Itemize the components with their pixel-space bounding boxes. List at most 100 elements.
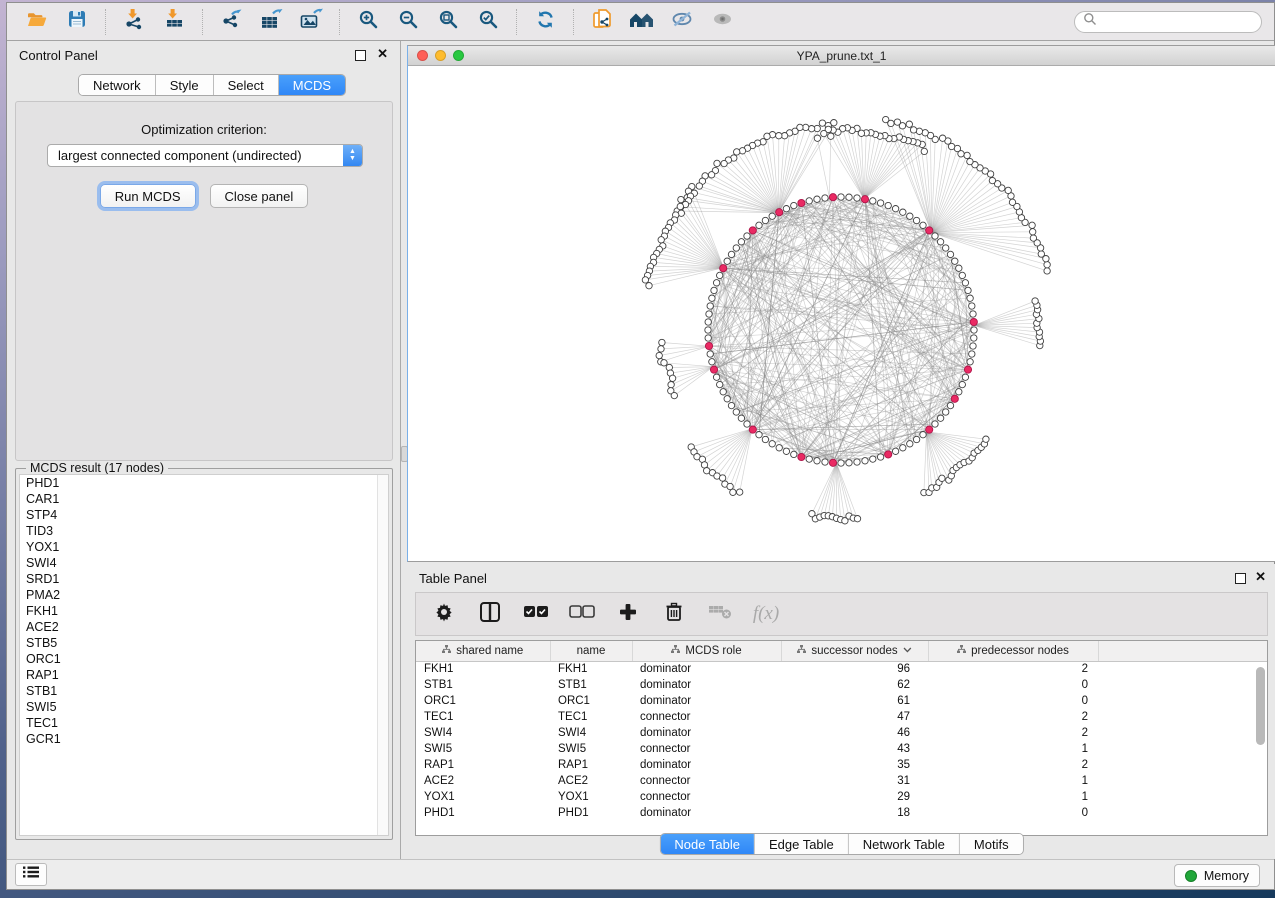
tab-motifs[interactable]: Motifs [960,834,1023,854]
mcds-result-item[interactable]: ORC1 [20,651,388,667]
table-cell[interactable]: dominator [632,725,781,741]
network-node[interactable] [967,158,973,164]
network-node[interactable] [883,116,889,122]
network-node[interactable] [983,436,989,442]
network-node[interactable] [739,148,745,154]
table-cell[interactable]: connector [632,709,781,725]
table-row[interactable]: FKH1FKH1dominator962 [416,661,1268,677]
show-all-button[interactable] [704,7,740,37]
network-node[interactable] [762,436,768,442]
first-neighbors-button[interactable] [624,7,660,37]
network-node[interactable] [1038,251,1044,257]
network-node[interactable] [822,195,828,201]
table-cell[interactable]: ACE2 [550,773,632,789]
delete-table-button[interactable] [706,600,734,628]
network-node[interactable] [943,245,949,251]
mcds-result-item[interactable]: YOX1 [20,539,388,555]
table-options-button[interactable] [430,600,458,628]
mcds-result-item[interactable]: FKH1 [20,603,388,619]
table-cell[interactable]: 29 [781,789,928,805]
table-cell[interactable]: PHD1 [550,805,632,821]
network-node[interactable] [907,441,913,447]
network-node[interactable] [943,409,949,415]
table-cell[interactable]: RAP1 [550,757,632,773]
tab-network[interactable]: Network [79,75,156,95]
network-node[interactable] [967,295,973,301]
network-node[interactable] [756,432,762,438]
network-node[interactable] [661,360,667,366]
import-table-button[interactable] [156,7,192,37]
table-cell[interactable]: STB1 [550,677,632,693]
network-node[interactable] [668,382,674,388]
network-node[interactable] [1005,187,1011,193]
network-node[interactable] [737,489,743,495]
float-panel-icon[interactable] [1235,573,1246,584]
network-node[interactable] [819,120,825,126]
network-node[interactable] [947,251,953,257]
network-node[interactable] [669,375,675,381]
network-node[interactable] [971,327,977,333]
network-node[interactable] [947,402,953,408]
network-node[interactable] [734,149,740,155]
table-cell[interactable]: FKH1 [550,661,632,677]
open-session-button[interactable] [19,7,55,37]
network-node[interactable] [964,152,970,158]
network-node[interactable] [937,415,943,421]
column-header-name[interactable]: name [550,641,632,661]
table-row[interactable]: SWI4SWI4dominator462 [416,725,1268,741]
select-all-rows-button[interactable] [522,600,550,628]
column-header-shared-name[interactable]: shared name [416,641,550,661]
network-node[interactable] [656,352,662,358]
table-cell[interactable]: ORC1 [416,693,550,709]
table-cell[interactable]: YOX1 [416,789,550,805]
network-node[interactable] [658,346,664,352]
network-node[interactable] [870,456,876,462]
split-panel-button[interactable] [476,600,504,628]
float-panel-icon[interactable] [355,50,366,61]
network-node[interactable] [854,516,860,522]
network-node[interactable] [711,287,717,293]
network-node[interactable] [776,445,782,451]
network-node[interactable] [1030,229,1036,235]
mcds-network-node[interactable] [829,194,836,201]
run-mcds-button[interactable]: Run MCDS [100,184,196,208]
table-cell[interactable]: dominator [632,757,781,773]
tab-network-table[interactable]: Network Table [849,834,960,854]
network-node[interactable] [709,295,715,301]
mcds-result-item[interactable]: STP4 [20,507,388,523]
zoom-in-button[interactable] [350,7,386,37]
network-node[interactable] [791,451,797,457]
table-row[interactable]: STB1STB1dominator620 [416,677,1268,693]
network-node[interactable] [877,200,883,206]
network-node[interactable] [756,222,762,228]
network-node[interactable] [969,351,975,357]
refresh-view-button[interactable] [527,7,563,37]
table-cell[interactable]: 0 [928,677,1098,693]
table-row[interactable]: YOX1YOX1connector291 [416,789,1268,805]
mcds-network-node[interactable] [798,199,805,206]
network-node[interactable] [705,327,711,333]
network-node[interactable] [971,335,977,341]
network-node[interactable] [707,303,713,309]
network-node[interactable] [738,415,744,421]
mcds-network-node[interactable] [926,227,933,234]
hide-selected-button[interactable] [664,7,700,37]
network-node[interactable] [728,402,734,408]
mcds-network-node[interactable] [885,451,892,458]
table-cell[interactable]: connector [632,741,781,757]
network-node[interactable] [894,119,900,125]
table-cell[interactable]: YOX1 [550,789,632,805]
mcds-result-item[interactable]: CAR1 [20,491,388,507]
network-node[interactable] [962,280,968,286]
mcds-network-node[interactable] [970,318,977,325]
table-cell[interactable]: 1 [928,789,1098,805]
network-node[interactable] [705,319,711,325]
table-cell[interactable]: SWI4 [416,725,550,741]
network-node[interactable] [713,374,719,380]
table-row[interactable]: RAP1RAP1dominator352 [416,757,1268,773]
network-node[interactable] [733,409,739,415]
network-node[interactable] [962,374,968,380]
table-cell[interactable]: 96 [781,661,928,677]
network-node[interactable] [806,456,812,462]
network-node[interactable] [900,445,906,451]
